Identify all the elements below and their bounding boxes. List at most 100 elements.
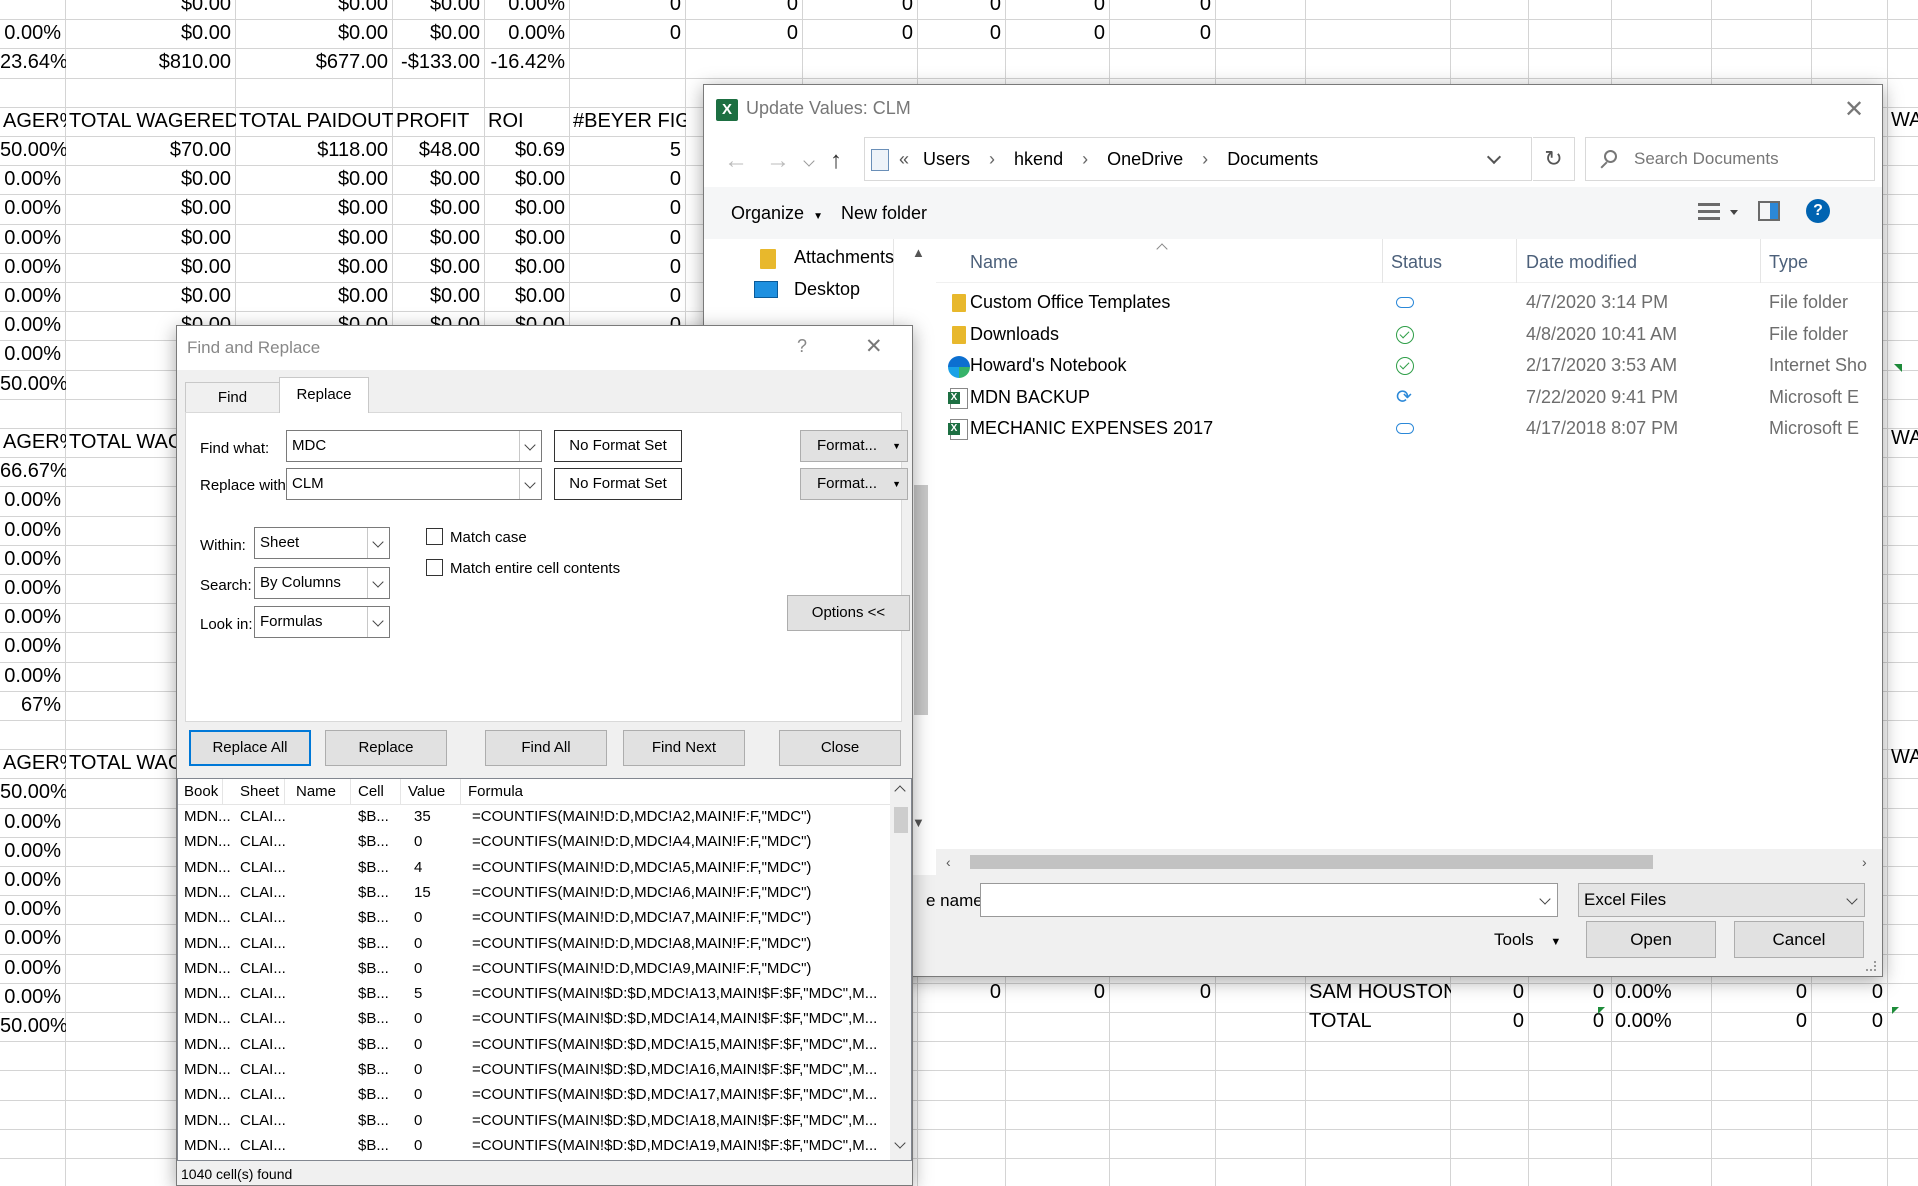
breadcrumb-separator-icon[interactable]: › [975, 149, 1009, 169]
breadcrumb-separator-icon[interactable]: › [1068, 149, 1102, 169]
scroll-right-icon[interactable]: › [1862, 854, 1867, 870]
result-row[interactable]: MDN... CLAI... $B... 0 =COUNTIFS(MAIN!D:D,MD… [178, 957, 890, 982]
results-scrollbar[interactable] [890, 779, 911, 1160]
preview-pane-icon[interactable] [1758, 201, 1780, 221]
match-entire-cell-checkbox[interactable] [426, 559, 443, 576]
organize-button[interactable]: Organize ▼ [731, 203, 823, 224]
result-row[interactable]: MDN...CLAI...$B...0=COUNTIFS(MAIN!$D:$D,… [178, 1033, 890, 1058]
result-row[interactable]: MDN... CLAI... $B... 4 =COUNTIFS(MAIN!D:D,MD… [178, 856, 890, 881]
find-format-button[interactable]: Format... ▼ [800, 430, 908, 462]
chevron-down-icon[interactable] [367, 528, 389, 558]
results-column-name[interactable]: Name [296, 783, 336, 800]
replace-format-button[interactable]: Format... ▼ [800, 468, 908, 500]
result-row[interactable]: MDN...CLAI...$B...0=COUNTIFS(MAIN!$D:$D,… [178, 1083, 890, 1108]
column-header-name[interactable]: Name [970, 252, 1018, 273]
results-column-sheet[interactable]: Sheet [240, 783, 279, 800]
dropdown-caret-icon[interactable] [1730, 210, 1738, 215]
results-column-value[interactable]: Value [408, 783, 445, 800]
result-row[interactable]: MDN...CLAI...$B...0=COUNTIFS(MAIN!$D:$D,… [178, 1007, 890, 1032]
result-row[interactable]: MDN...CLAI...$B...0=COUNTIFS(MAIN!$D:$D,… [178, 1134, 890, 1159]
horizontal-scrollbar[interactable]: ‹ › [936, 849, 1882, 875]
breadcrumb-item[interactable]: Users [923, 149, 970, 169]
search-box[interactable]: Search Documents [1585, 137, 1875, 181]
result-row[interactable]: MDN...CLAI...$B...0=COUNTIFS(MAIN!$D:$D,… [178, 1058, 890, 1083]
find-what-input[interactable]: MDC [286, 430, 542, 462]
resize-grip-icon[interactable] [1866, 961, 1876, 971]
column-header-date[interactable]: Date modified [1526, 252, 1637, 273]
match-case-checkbox[interactable] [426, 528, 443, 545]
file-row[interactable]: X MDN BACKUP ⟳ 7/22/2020 9:41 PM Microsoft E [936, 383, 1876, 414]
tab-find[interactable]: Find [185, 382, 280, 412]
breadcrumb-item[interactable]: Documents [1227, 149, 1318, 169]
search-direction-select[interactable]: By Columns [254, 567, 390, 599]
results-column-cell[interactable]: Cell [358, 783, 384, 800]
breadcrumb-item[interactable]: hkend [1014, 149, 1063, 169]
close-icon[interactable]: ✕ [1839, 95, 1869, 125]
file-row[interactable]: Downloads 4/8/2020 10:41 AM File folder [936, 320, 1876, 351]
within-select[interactable]: Sheet [254, 527, 390, 559]
nav-scrollbar-thumb[interactable] [914, 485, 928, 715]
recent-locations-icon[interactable] [803, 155, 815, 167]
address-bar[interactable]: « Users › hkend › OneDrive › Documents [864, 137, 1532, 181]
results-column-formula[interactable]: Formula [468, 783, 523, 800]
forward-arrow-icon[interactable]: → [766, 147, 790, 175]
up-arrow-icon[interactable]: ↑ [830, 147, 842, 175]
result-row[interactable]: MDN... CLAI... $B... 5 =COUNTIFS(MAIN!$D:$D,… [178, 982, 890, 1007]
close-button[interactable]: Close [779, 730, 901, 766]
chevron-down-icon[interactable] [367, 568, 389, 598]
results-column-book[interactable]: Book [184, 783, 218, 800]
options-button[interactable]: Options << [787, 595, 910, 631]
nav-item-desktop[interactable]: Desktop [794, 279, 860, 300]
replace-button[interactable]: Replace [325, 730, 447, 766]
column-header-type[interactable]: Type [1769, 252, 1808, 273]
file-row[interactable]: Howard's Notebook 2/17/2020 3:53 AM Intern… [936, 351, 1876, 382]
view-options-icon[interactable] [1698, 203, 1720, 221]
tools-button[interactable]: Tools ▼ [1494, 930, 1561, 950]
scroll-up-icon[interactable]: ▲ [912, 245, 925, 260]
column-header-status[interactable]: Status [1391, 252, 1442, 273]
result-row[interactable]: MDN... CLAI... $B... 0 =COUNTIFS(MAIN!D:D,MD… [178, 906, 890, 931]
look-in-select[interactable]: Formulas [254, 606, 390, 638]
find-all-button[interactable]: Find All [485, 730, 607, 766]
chevron-down-icon[interactable] [1842, 884, 1864, 916]
replace-all-button[interactable]: Replace All [189, 730, 311, 766]
breadcrumb-separator-icon[interactable]: › [1188, 149, 1222, 169]
scroll-up-icon[interactable] [894, 785, 906, 797]
chevron-down-icon[interactable] [1535, 884, 1557, 916]
result-row[interactable]: MDN... CLAI... $B... 35 =COUNTIFS(MAIN!D:D,M… [178, 805, 890, 830]
help-icon[interactable]: ? [1806, 199, 1830, 223]
nav-item-attachments[interactable]: Attachments [794, 247, 894, 268]
new-folder-button[interactable]: New folder [841, 203, 927, 224]
file-name-input[interactable] [980, 883, 1558, 917]
scroll-left-icon[interactable]: ‹ [946, 854, 951, 870]
open-button[interactable]: Open [1586, 921, 1716, 958]
tab-replace[interactable]: Replace [279, 377, 369, 413]
result-row[interactable]: MDN...CLAI...$B...0=COUNTIFS(MAIN!$D:$D,… [178, 1159, 890, 1160]
results-list[interactable]: Book Sheet Name Cell Value Formula MDN..… [177, 778, 912, 1161]
result-row[interactable]: MDN... CLAI... $B... 0 =COUNTIFS(MAIN!D:D,MD… [178, 932, 890, 957]
chevron-down-icon[interactable] [519, 431, 541, 461]
help-icon[interactable]: ? [797, 336, 807, 357]
file-row[interactable]: X MECHANIC EXPENSES 2017 4/17/2018 8:07 PM… [936, 414, 1876, 445]
address-dropdown-icon[interactable] [1486, 149, 1502, 165]
overflow-chevron-icon[interactable]: « [899, 149, 909, 170]
result-row[interactable]: MDN... CLAI... $B... 15 =COUNTIFS(MAIN!D:D,M… [178, 881, 890, 906]
cancel-button[interactable]: Cancel [1734, 921, 1864, 958]
close-icon[interactable]: ✕ [865, 334, 883, 359]
back-arrow-icon[interactable]: ← [724, 147, 748, 175]
result-row[interactable]: MDN... CLAI... $B... 0 =COUNTIFS(MAIN!D:D,MD… [178, 830, 890, 855]
breadcrumb-item[interactable]: OneDrive [1107, 149, 1183, 169]
find-next-button[interactable]: Find Next [623, 730, 745, 766]
file-type-select[interactable]: Excel Files [1578, 883, 1865, 917]
replace-with-input[interactable]: CLM [286, 468, 542, 500]
result-row[interactable]: MDN...CLAI...$B...0=COUNTIFS(MAIN!$D:$D,… [178, 1109, 890, 1134]
refresh-icon[interactable]: ↻ [1533, 137, 1575, 181]
chevron-down-icon[interactable] [519, 469, 541, 499]
scroll-down-icon[interactable]: ▼ [912, 815, 925, 830]
results-scrollbar-thumb[interactable] [894, 807, 908, 833]
horizontal-scrollbar-thumb[interactable] [970, 855, 1653, 869]
sheet-cell: 0 [669, 285, 681, 307]
chevron-down-icon[interactable] [367, 607, 389, 637]
scroll-down-icon[interactable] [894, 1137, 906, 1149]
file-row[interactable]: Custom Office Templates 4/7/2020 3:14 PM F… [936, 288, 1876, 319]
